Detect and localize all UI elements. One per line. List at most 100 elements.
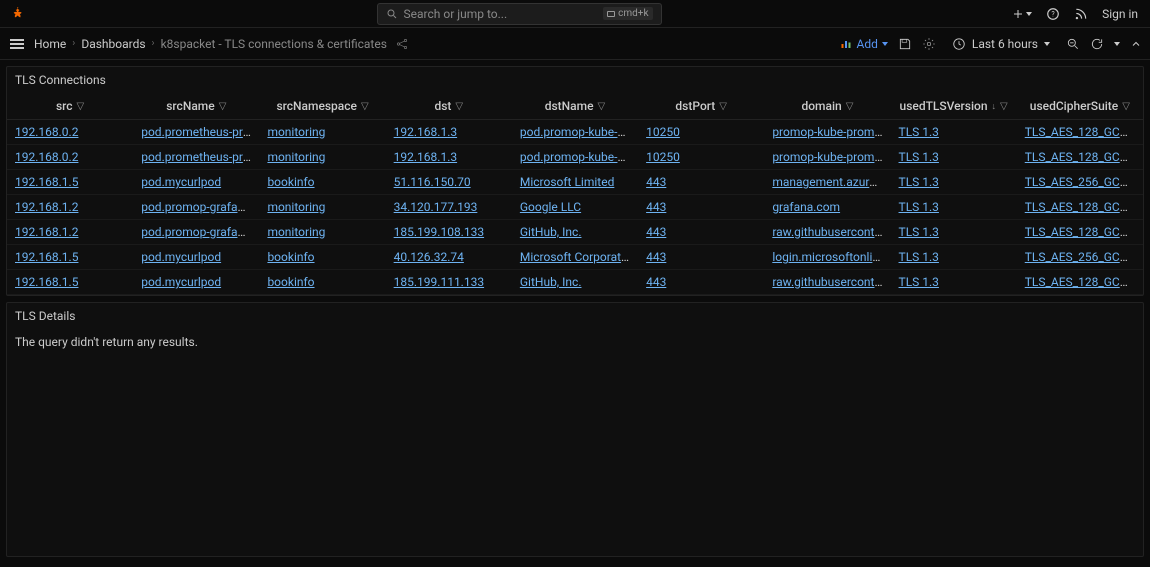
cell-link[interactable]: TLS_AES_128_GCM_SH... [1025, 150, 1143, 164]
cell-link[interactable]: TLS 1.3 [899, 275, 939, 289]
cell-link[interactable]: monitoring [267, 225, 325, 239]
col-dst[interactable]: dst▽ [386, 93, 512, 120]
cell-link[interactable]: raw.githubusercontent.c... [772, 275, 890, 289]
cell-link[interactable]: bookinfo [267, 175, 314, 189]
cell-link[interactable]: TLS 1.3 [899, 150, 939, 164]
filter-icon[interactable]: ▽ [361, 101, 369, 112]
cell-link[interactable]: 192.168.0.2 [15, 125, 78, 139]
cell-link[interactable]: 10250 [646, 125, 680, 139]
cell-link[interactable]: 34.120.177.193 [394, 200, 478, 214]
col-usedtlsversion[interactable]: usedTLSVersion↓▽ [891, 93, 1017, 120]
cell-link[interactable]: TLS_AES_256_GCM_SH... [1025, 250, 1143, 264]
filter-icon[interactable]: ▽ [1000, 101, 1008, 112]
cell-link[interactable]: 192.168.1.2 [15, 200, 78, 214]
cell-link[interactable]: 192.168.1.5 [15, 250, 78, 264]
cell-link[interactable]: TLS 1.3 [899, 225, 939, 239]
save-dashboard-button[interactable] [898, 37, 912, 51]
cell-link[interactable]: TLS_AES_128_GCM_SH... [1025, 200, 1143, 214]
cell-link[interactable]: TLS_AES_256_GCM_SH... [1025, 175, 1143, 189]
dashboard-settings-button[interactable] [922, 37, 936, 51]
cell-link[interactable]: TLS_AES_128_GCM_SH... [1025, 275, 1143, 289]
cell-link[interactable]: 185.199.111.133 [394, 275, 484, 289]
col-domain[interactable]: domain▽ [764, 93, 890, 120]
menu-toggle[interactable] [8, 37, 26, 51]
cell-link[interactable]: pod.promop-grafana-7... [141, 200, 259, 214]
cell-link[interactable]: monitoring [267, 150, 325, 164]
news-button[interactable] [1074, 7, 1088, 21]
col-srcname[interactable]: srcName▽ [133, 93, 259, 120]
filter-icon[interactable]: ▽ [846, 101, 854, 112]
cell-link[interactable]: login.microsoftonline.c... [772, 250, 890, 264]
create-menu[interactable] [1012, 8, 1032, 20]
cell-link[interactable]: TLS 1.3 [899, 250, 939, 264]
cell-link[interactable]: pod.promop-kube-pro... [520, 125, 638, 139]
cell-link[interactable]: pod.promop-kube-pro... [520, 150, 638, 164]
cell-link[interactable]: 443 [646, 250, 666, 264]
cell-link[interactable]: 443 [646, 175, 666, 189]
cell-link[interactable]: 443 [646, 225, 666, 239]
cell-link[interactable]: promop-kube-prometh... [772, 150, 890, 164]
cell-link[interactable]: 51.116.150.70 [394, 175, 471, 189]
cell-link[interactable]: pod.promop-grafana-7... [141, 225, 259, 239]
filter-icon[interactable]: ▽ [598, 101, 606, 112]
panel-title[interactable]: TLS Details [7, 303, 1143, 329]
col-srcnamespace[interactable]: srcNamespace▽ [259, 93, 385, 120]
cell-link[interactable]: 192.168.1.2 [15, 225, 78, 239]
cell-link[interactable]: Microsoft Limited [520, 175, 614, 189]
cell-link[interactable]: TLS_AES_128_GCM_SH... [1025, 225, 1143, 239]
refresh-interval-dropdown[interactable] [1114, 42, 1120, 46]
filter-icon[interactable]: ▽ [719, 101, 727, 112]
cell-link[interactable]: Google LLC [520, 200, 581, 214]
zoom-out-button[interactable] [1066, 37, 1080, 51]
cell-link[interactable]: 192.168.1.3 [394, 125, 457, 139]
share-button[interactable] [395, 37, 409, 51]
cell-link[interactable]: TLS_AES_128_GCM_SH... [1025, 125, 1143, 139]
cell-link[interactable]: GitHub, Inc. [520, 225, 582, 239]
filter-icon[interactable]: ▽ [455, 101, 463, 112]
cell-link[interactable]: 192.168.1.5 [15, 175, 78, 189]
cell-link[interactable]: 10250 [646, 150, 680, 164]
cell-link[interactable]: pod.mycurlpod [141, 175, 221, 189]
col-dstname[interactable]: dstName▽ [512, 93, 638, 120]
time-range-picker[interactable]: Last 6 hours [946, 34, 1056, 54]
cell-link[interactable]: promop-kube-prometh... [772, 125, 890, 139]
cell-link[interactable]: TLS 1.3 [899, 175, 939, 189]
cell-link[interactable]: pod.mycurlpod [141, 275, 221, 289]
add-panel-button[interactable]: Add [840, 37, 887, 51]
cell-link[interactable]: pod.mycurlpod [141, 250, 221, 264]
breadcrumb-home[interactable]: Home [34, 37, 66, 51]
filter-icon[interactable]: ▽ [219, 101, 227, 112]
col-src[interactable]: src▽ [7, 93, 133, 120]
cell-link[interactable]: bookinfo [267, 275, 314, 289]
cell-link[interactable]: management.azure.com [772, 175, 890, 189]
cell-link[interactable]: pod.prometheus-prom... [141, 125, 259, 139]
breadcrumb-dashboards[interactable]: Dashboards [81, 37, 145, 51]
kiosk-collapse-button[interactable] [1130, 38, 1142, 50]
cell-link[interactable]: bookinfo [267, 250, 314, 264]
cell-link[interactable]: 40.126.32.74 [394, 250, 464, 264]
cell-link[interactable]: 192.168.1.3 [394, 150, 457, 164]
cell-link[interactable]: 192.168.1.5 [15, 275, 78, 289]
col-dstport[interactable]: dstPort▽ [638, 93, 764, 120]
filter-icon[interactable]: ▽ [77, 101, 85, 112]
cell-link[interactable]: grafana.com [772, 200, 840, 214]
cell-link[interactable]: TLS 1.3 [899, 125, 939, 139]
col-usedciphersuite[interactable]: usedCipherSuite▽ [1017, 93, 1143, 120]
cell-link[interactable]: pod.prometheus-prom... [141, 150, 259, 164]
cell-link[interactable]: 192.168.0.2 [15, 150, 78, 164]
grafana-logo-icon[interactable] [8, 5, 26, 23]
cell-link[interactable]: 443 [646, 275, 666, 289]
filter-icon[interactable]: ▽ [1122, 101, 1130, 112]
panel-title[interactable]: TLS Connections [7, 67, 1143, 93]
cell-link[interactable]: monitoring [267, 200, 325, 214]
refresh-button[interactable] [1090, 37, 1104, 51]
cell-link[interactable]: Microsoft Corporation [520, 250, 638, 264]
sign-in-link[interactable]: Sign in [1102, 7, 1138, 21]
cell-link[interactable]: 185.199.108.133 [394, 225, 484, 239]
cell-link[interactable]: GitHub, Inc. [520, 275, 582, 289]
cell-link[interactable]: monitoring [267, 125, 325, 139]
cell-link[interactable]: TLS 1.3 [899, 200, 939, 214]
help-button[interactable]: ? [1046, 7, 1060, 21]
cell-link[interactable]: 443 [646, 200, 666, 214]
global-search[interactable]: Search or jump to... cmd+k [377, 3, 662, 25]
